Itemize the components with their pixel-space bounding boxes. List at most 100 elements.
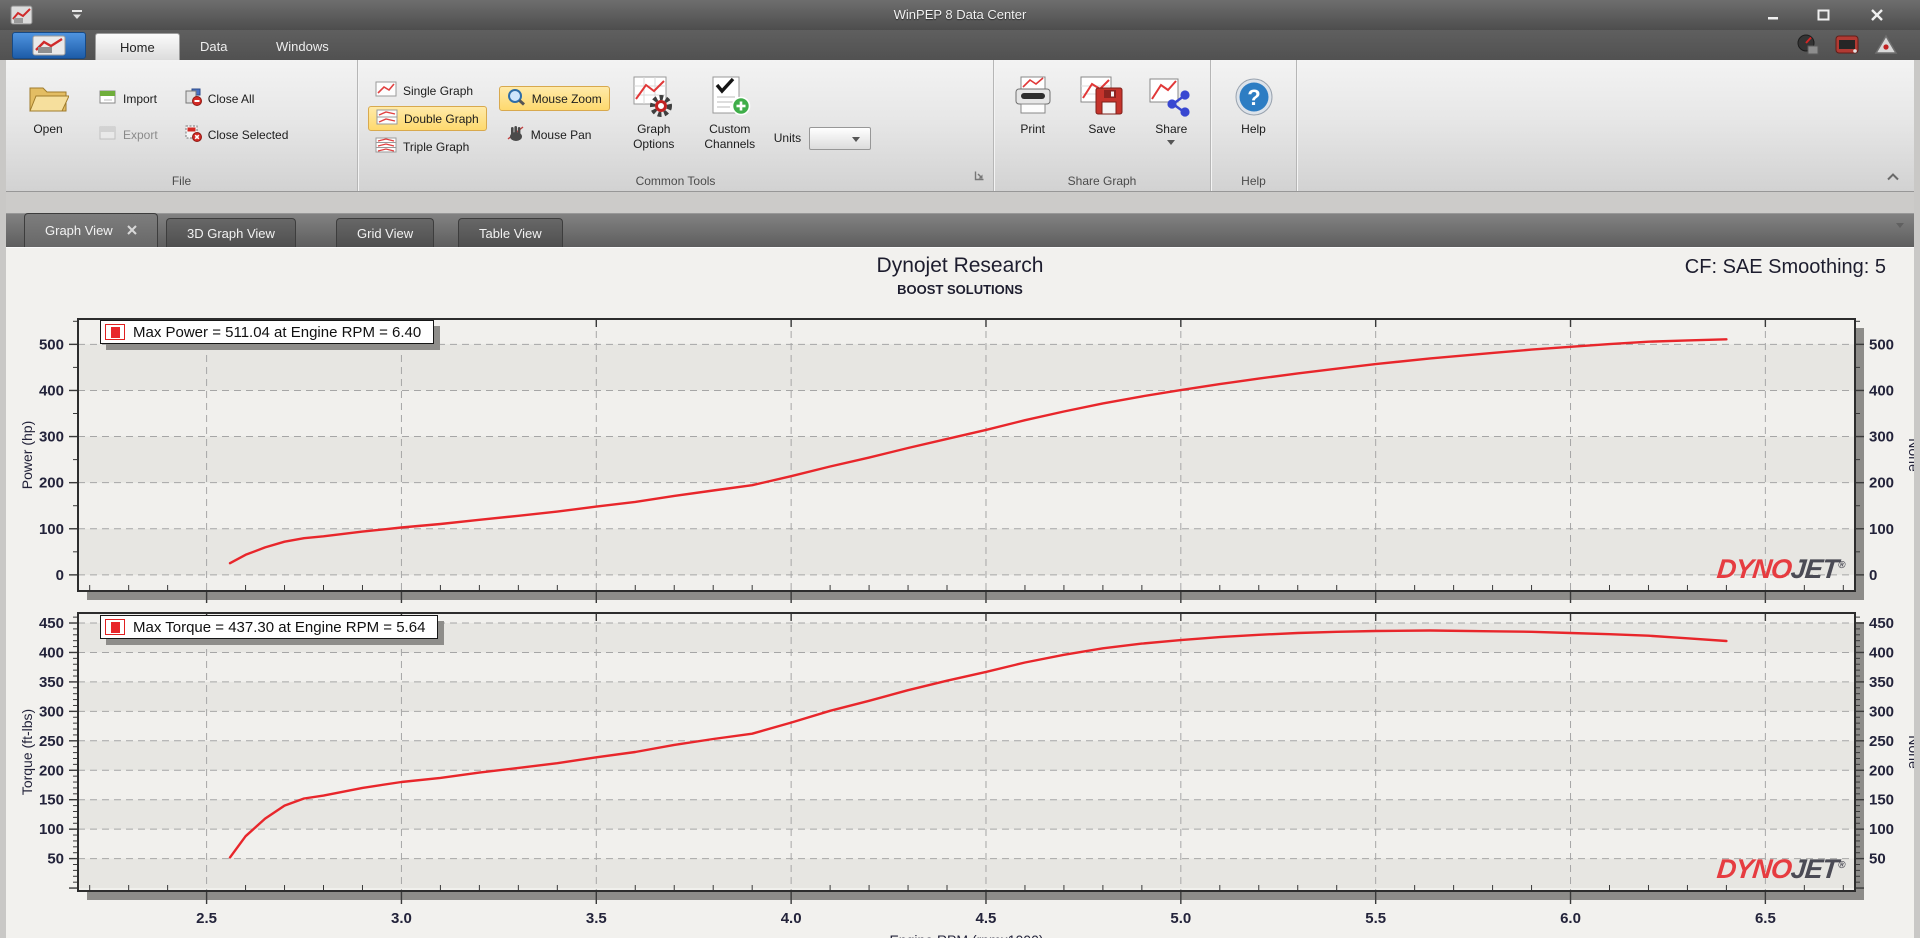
graph-options-button[interactable]: Graph Options xyxy=(622,64,686,170)
share-button[interactable]: Share xyxy=(1143,64,1200,170)
svg-text:None: None xyxy=(1906,438,1914,472)
svg-text:450: 450 xyxy=(39,615,64,632)
mouse-zoom-button[interactable]: Mouse Zoom xyxy=(498,86,610,111)
svg-text:0: 0 xyxy=(1869,567,1877,584)
window-title: WinPEP 8 Data Center xyxy=(893,7,1027,22)
gauge-icon[interactable] xyxy=(1796,34,1820,61)
export-csv-icon xyxy=(99,125,117,144)
open-label: Open xyxy=(33,122,63,136)
svg-text:0: 0 xyxy=(56,567,64,584)
tab-3d-graph-view[interactable]: 3D Graph View xyxy=(166,218,296,247)
triple-graph-button[interactable]: Triple Graph xyxy=(368,134,487,159)
close-all-label: Close All xyxy=(207,91,255,106)
svg-text:Torque (ft-lbs): Torque (ft-lbs) xyxy=(19,709,35,795)
svg-text:200: 200 xyxy=(1869,762,1894,779)
svg-text:200: 200 xyxy=(1869,475,1894,492)
save-button[interactable]: Save xyxy=(1073,64,1130,170)
torque-legend: Max Torque = 437.30 at Engine RPM = 5.64 xyxy=(100,615,439,639)
svg-text:250: 250 xyxy=(1869,733,1894,750)
import-label: Import xyxy=(123,91,158,106)
mouse-pan-button[interactable]: Mouse Pan xyxy=(499,122,610,147)
close-button[interactable] xyxy=(1860,6,1894,24)
svg-text:4.5: 4.5 xyxy=(976,910,997,927)
svg-text:450: 450 xyxy=(1869,615,1894,632)
custom-channels-button[interactable]: Custom Channels xyxy=(698,64,762,170)
svg-text:4.0: 4.0 xyxy=(781,910,802,927)
svg-text:Power (hp): Power (hp) xyxy=(19,421,35,489)
svg-text:400: 400 xyxy=(39,382,64,399)
ribbon-tab-data[interactable]: Data xyxy=(176,33,251,60)
units-label: Units xyxy=(773,131,802,145)
units-dropdown[interactable] xyxy=(809,126,872,150)
ribbon-group-share-graph: Print Save Share Share Graph xyxy=(994,60,1211,191)
chevron-down-icon xyxy=(852,136,861,142)
single-graph-label: Single Graph xyxy=(403,83,474,98)
svg-text:50: 50 xyxy=(47,851,64,868)
ribbon-collapse-icon[interactable] xyxy=(1886,169,1900,187)
close-selected-label: Close Selected xyxy=(207,127,289,142)
triple-graph-icon xyxy=(375,137,397,156)
svg-text:100: 100 xyxy=(1869,821,1894,838)
save-icon xyxy=(1079,72,1125,122)
dialog-launcher-icon[interactable] xyxy=(974,168,985,186)
tab-table-view[interactable]: Table View xyxy=(458,218,563,247)
svg-text:100: 100 xyxy=(39,521,64,538)
ribbon-tab-data-label: Data xyxy=(200,39,228,54)
graph-options-icon xyxy=(632,72,676,122)
svg-text:200: 200 xyxy=(39,762,64,779)
close-all-button[interactable]: Close All xyxy=(177,86,296,111)
correction-factor-note: CF: SAE Smoothing: 5 xyxy=(1684,256,1886,278)
svg-text:250: 250 xyxy=(39,733,64,750)
titlebar: WinPEP 8 Data Center xyxy=(0,0,1920,30)
import-button[interactable]: Import xyxy=(92,86,165,111)
brand-icon[interactable] xyxy=(1874,34,1898,61)
maximize-button[interactable] xyxy=(1806,6,1840,24)
legend-marker-icon xyxy=(105,619,125,635)
close-selected-button[interactable]: Close Selected xyxy=(177,122,296,147)
ribbon-group-help: ? Help Help xyxy=(1211,60,1297,191)
close-tab-icon[interactable] xyxy=(126,223,137,238)
double-graph-button[interactable]: Double Graph xyxy=(368,106,487,131)
graph-view-surface: Dynojet Research BOOST SOLUTIONS CF: SAE… xyxy=(6,247,1914,938)
tab-3d-graph-view-label: 3D Graph View xyxy=(187,225,275,241)
svg-text:200: 200 xyxy=(39,475,64,492)
double-graph-icon xyxy=(376,109,398,128)
tab-grid-view-label: Grid View xyxy=(357,225,414,241)
print-label: Print xyxy=(1020,122,1045,136)
share-dropdown-icon xyxy=(1167,140,1176,145)
ribbon-group-common-tools: Single Graph Double Graph Triple Graph M… xyxy=(358,60,994,191)
svg-text:400: 400 xyxy=(1869,382,1894,399)
tab-graph-view[interactable]: Graph View xyxy=(24,213,158,247)
export-button[interactable]: Export xyxy=(92,122,165,147)
ribbon-tab-windows[interactable]: Windows xyxy=(252,33,353,60)
custom-channels-icon xyxy=(708,72,752,122)
share-icon xyxy=(1148,72,1194,122)
application-menu-button[interactable] xyxy=(12,32,86,59)
tab-grid-view[interactable]: Grid View xyxy=(336,218,435,247)
minimize-button[interactable] xyxy=(1756,6,1790,24)
tuner-icon[interactable] xyxy=(1834,34,1860,61)
close-selected-icon xyxy=(184,124,202,145)
winpep-window: WinPEP 8 Data Center Home Data Windows O… xyxy=(0,0,1920,938)
double-graph-label: Double Graph xyxy=(404,111,479,126)
close-all-icon xyxy=(184,88,202,109)
ribbon-tab-row: Home Data Windows xyxy=(0,30,1920,60)
power-chart[interactable]: 0 0 100 100 200 200 300 300 400 400 500 500 Power (h… xyxy=(6,311,1914,603)
tab-overflow-icon[interactable] xyxy=(1896,223,1904,246)
print-button[interactable]: Print xyxy=(1004,64,1061,170)
printer-icon xyxy=(1010,72,1056,122)
ribbon-tab-home[interactable]: Home xyxy=(95,33,180,60)
open-button[interactable]: Open xyxy=(16,64,80,170)
svg-text:350: 350 xyxy=(1869,674,1894,691)
help-button[interactable]: ? Help xyxy=(1226,64,1282,170)
graph-options-label: Graph Options xyxy=(633,122,675,151)
single-graph-button[interactable]: Single Graph xyxy=(368,78,487,103)
torque-chart[interactable]: 50 50 100 100 150 150 200 200 250 250 300 300 350 350… xyxy=(6,603,1914,938)
triple-graph-label: Triple Graph xyxy=(403,139,470,154)
chart-subtitle: BOOST SOLUTIONS xyxy=(897,282,1023,297)
ribbon-body: Open Import Export Close All Close Selec… xyxy=(6,60,1914,192)
svg-text:300: 300 xyxy=(1869,703,1894,720)
view-tab-strip: Graph View 3D Graph View Grid View Table… xyxy=(6,213,1914,247)
svg-text:?: ? xyxy=(1247,85,1260,110)
svg-text:5.5: 5.5 xyxy=(1365,910,1386,927)
